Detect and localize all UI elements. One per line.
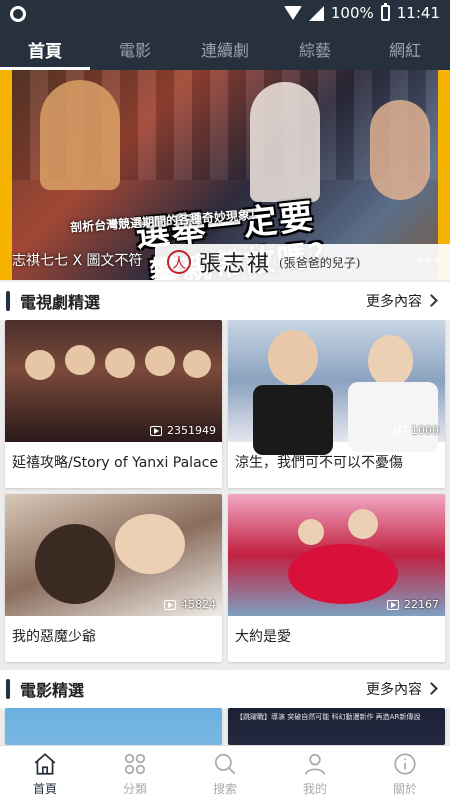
tab-influencers[interactable]: 網紅 — [360, 28, 450, 70]
notification-icon — [10, 6, 26, 22]
movie-thumbnail: 【跳躍戰】導演 突破自然可能 科幻動漫新作 再造AR新傳說 — [228, 708, 445, 745]
drama-grid: 2351949 延禧攻略/Story of Yanxi Palace 1000 … — [0, 320, 450, 672]
nav-label: 首頁 — [32, 781, 57, 796]
play-icon — [150, 425, 162, 436]
view-count: 22167 — [387, 598, 439, 611]
drama-title: 延禧攻略/Story of Yanxi Palace — [12, 455, 218, 471]
drama-card[interactable]: 1000 涼生，我們可不可以不憂傷 — [228, 320, 445, 488]
drama-section-header: 電視劇精選 更多內容 — [0, 282, 450, 320]
section-title: 電視劇精選 — [20, 293, 101, 312]
drama-thumbnail: 2351949 — [5, 320, 222, 442]
battery-percent: 100% — [330, 4, 374, 22]
top-tabs: 首頁 電影 連續劇 綜藝 網紅 — [0, 28, 450, 70]
category-icon — [124, 753, 146, 774]
nav-label: 我的 — [302, 781, 327, 796]
banner-figure — [40, 80, 120, 190]
nav-label: 搜索 — [212, 781, 237, 796]
drama-more-link[interactable]: 更多內容 — [366, 291, 422, 311]
section-marker — [6, 679, 10, 699]
nav-about[interactable]: 關於 — [360, 746, 450, 800]
chevron-right-icon[interactable] — [425, 294, 438, 307]
nav-home[interactable]: 首頁 — [0, 746, 90, 800]
play-icon — [164, 599, 176, 610]
clock: 11:41 — [396, 4, 440, 22]
view-count: 2351949 — [150, 424, 216, 437]
movie-more-link[interactable]: 更多內容 — [366, 679, 422, 699]
battery-icon — [380, 3, 390, 21]
featured-banner[interactable]: 選舉一定要 攀親帶故嗎？ 張志祺 (張爸爸的兒子) 志祺七七 X 圖文不符 — [0, 70, 450, 280]
section-title: 電影精選 — [20, 681, 85, 700]
nav-category[interactable]: 分類 — [90, 746, 180, 800]
nav-profile[interactable]: 我的 — [270, 746, 360, 800]
signal-icon — [308, 5, 324, 21]
search-icon — [214, 753, 236, 774]
drama-thumbnail: 45824 — [5, 494, 222, 616]
nav-label: 關於 — [392, 781, 417, 796]
drama-card[interactable]: 22167 大約是愛 — [228, 494, 445, 662]
movie-thumbnail — [5, 708, 222, 745]
tab-movies[interactable]: 電影 — [90, 28, 180, 70]
movie-section-header: 電影精選 更多內容 — [0, 670, 450, 708]
banner-name-strip: 張志祺 (張爸爸的兒子) — [155, 244, 450, 280]
stamp-icon — [167, 250, 191, 274]
nav-search[interactable]: 搜索 — [180, 746, 270, 800]
drama-thumbnail: 1000 — [228, 320, 445, 455]
bottom-navigation: 首頁 分類 搜索 我的 關於 — [0, 745, 450, 800]
movie-card[interactable]: 【跳躍戰】導演 突破自然可能 科幻動漫新作 再造AR新傳說 — [228, 708, 445, 745]
play-icon — [387, 599, 399, 610]
wifi-icon — [283, 6, 302, 20]
movie-poster-text: 【跳躍戰】導演 突破自然可能 科幻動漫新作 再造AR新傳說 — [236, 713, 421, 721]
movie-card[interactable] — [5, 708, 222, 745]
banner-name: 張志祺 — [199, 252, 272, 277]
tab-home[interactable]: 首頁 — [0, 28, 90, 70]
drama-title: 大約是愛 — [235, 629, 291, 645]
drama-title: 我的惡魔少爺 — [12, 629, 96, 645]
tab-series[interactable]: 連續劇 — [180, 28, 270, 70]
profile-icon — [304, 753, 326, 775]
drama-thumbnail: 22167 — [228, 494, 445, 616]
play-icon — [394, 425, 406, 436]
banner-figure — [250, 82, 320, 202]
drama-card[interactable]: 2351949 延禧攻略/Story of Yanxi Palace — [5, 320, 222, 488]
nav-label: 分類 — [122, 781, 147, 796]
drama-card[interactable]: 45824 我的惡魔少爺 — [5, 494, 222, 662]
banner-caption: 志祺七七 X 圖文不符 — [12, 253, 143, 269]
home-icon — [34, 752, 56, 775]
info-icon — [394, 752, 416, 775]
carousel-indicator — [417, 258, 440, 263]
banner-name-note: (張爸爸的兒子) — [279, 255, 361, 270]
view-count: 45824 — [164, 598, 216, 611]
chevron-right-icon[interactable] — [425, 682, 438, 695]
section-marker — [6, 291, 10, 311]
status-bar: 100% 11:41 — [0, 0, 450, 28]
tab-variety[interactable]: 綜藝 — [270, 28, 360, 70]
view-count: 1000 — [394, 424, 439, 437]
